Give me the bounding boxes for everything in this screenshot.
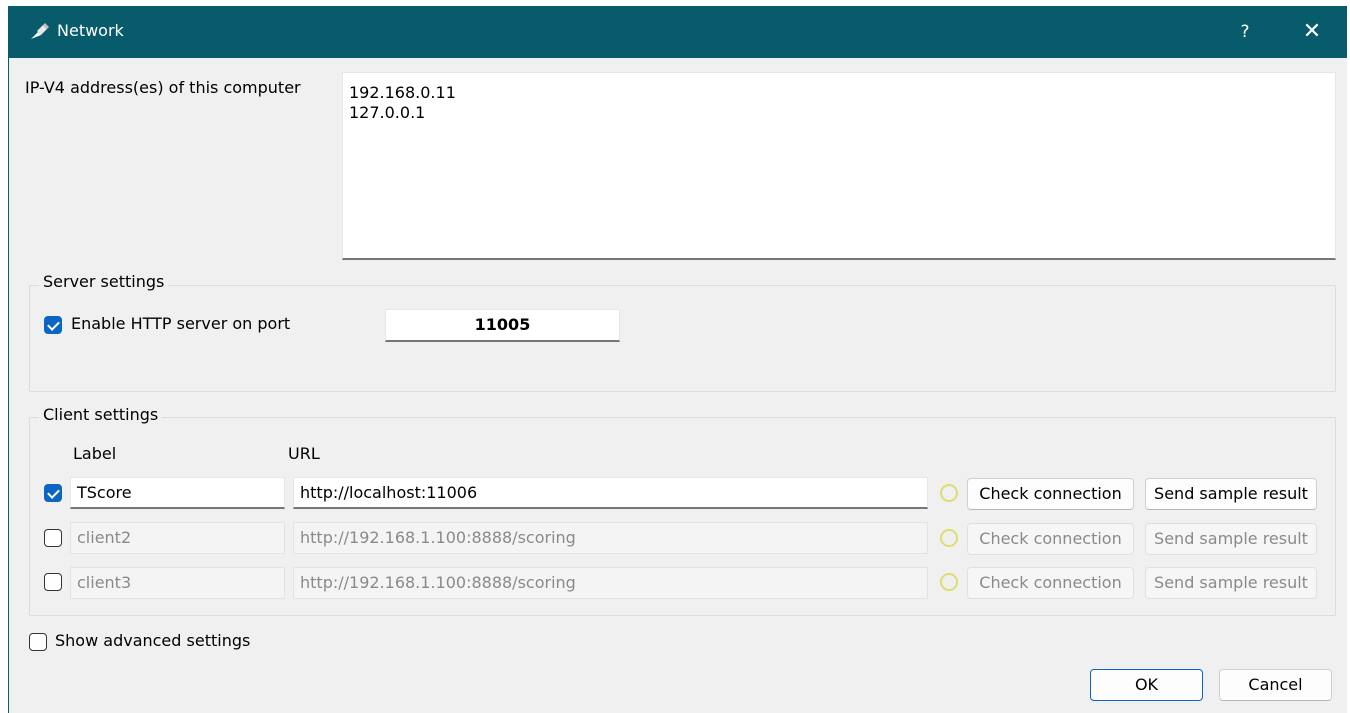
url-column-header: URL — [288, 444, 320, 463]
enable-http-server-label[interactable]: Enable HTTP server on port — [71, 314, 290, 333]
send-sample-result-button[interactable]: Send sample result — [1145, 567, 1317, 599]
connection-status-icon — [940, 573, 958, 591]
send-sample-result-button[interactable]: Send sample result — [1145, 523, 1317, 555]
connection-status-icon — [940, 529, 958, 547]
server-settings-group — [29, 285, 1336, 392]
client-url-input[interactable]: http://192.168.1.100:8888/scoring — [293, 522, 928, 554]
port-input[interactable]: 11005 — [385, 309, 620, 342]
client-row-checkbox[interactable] — [44, 573, 62, 591]
client-url-input[interactable]: http://localhost:11006 — [293, 477, 928, 509]
ok-button[interactable]: OK — [1090, 669, 1203, 701]
client-row-checkbox[interactable] — [44, 529, 62, 547]
send-sample-result-button[interactable]: Send sample result — [1145, 478, 1317, 510]
client-label-input[interactable]: TScore — [70, 477, 285, 509]
client-label-input[interactable]: client2 — [70, 522, 285, 554]
close-button[interactable]: ✕ — [1287, 14, 1337, 50]
ip-address-list[interactable]: 192.168.0.11 127.0.0.1 — [342, 72, 1336, 260]
connection-status-icon — [940, 484, 958, 502]
show-advanced-checkbox[interactable] — [29, 633, 47, 651]
ip-address-label: IP-V4 address(es) of this computer — [25, 78, 301, 97]
network-dialog: Network ? ✕ IP-V4 address(es) of this co… — [8, 6, 1347, 713]
check-connection-button[interactable]: Check connection — [967, 478, 1134, 510]
help-button[interactable]: ? — [1223, 14, 1267, 50]
cancel-button[interactable]: Cancel — [1219, 669, 1332, 701]
enable-http-server-checkbox[interactable] — [44, 316, 62, 334]
client-url-input[interactable]: http://192.168.1.100:8888/scoring — [293, 567, 928, 599]
client-settings-title: Client settings — [39, 405, 163, 424]
label-column-header: Label — [73, 444, 117, 463]
check-connection-button[interactable]: Check connection — [967, 567, 1134, 599]
client-row-checkbox[interactable] — [44, 484, 62, 502]
title-bar[interactable]: Network ? ✕ — [9, 6, 1347, 58]
check-connection-button[interactable]: Check connection — [967, 523, 1134, 555]
network-icon — [31, 23, 49, 39]
client-label-input[interactable]: client3 — [70, 567, 285, 599]
server-settings-title: Server settings — [39, 272, 169, 291]
window-title: Network — [57, 21, 124, 40]
show-advanced-label[interactable]: Show advanced settings — [55, 631, 250, 650]
